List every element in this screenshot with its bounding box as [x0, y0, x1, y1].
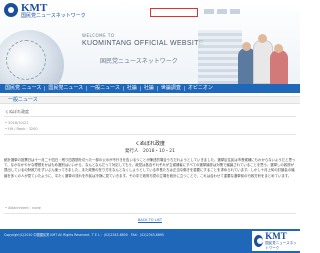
- back-to-list-link[interactable]: BACK TO LIST: [0, 218, 300, 222]
- section-header: 一般ニュース: [0, 96, 300, 104]
- footer-logo-subtitle: 国民党ニュースネットワーク: [265, 240, 297, 250]
- person-head-graphic: [258, 34, 267, 43]
- logo-title: KMT: [21, 2, 48, 14]
- utility-link-2[interactable]: [217, 9, 227, 14]
- person-head-graphic: [242, 42, 251, 51]
- post-date: • 2018/10/21: [5, 121, 29, 125]
- nav-item-general-news[interactable]: 一般ニュース: [87, 84, 123, 93]
- person-graphic: [270, 50, 288, 84]
- kmt-emblem-icon: [254, 235, 264, 247]
- kmt-emblem-icon: [4, 3, 18, 17]
- top-search-input[interactable]: [150, 8, 198, 17]
- nav-item-editorial-1[interactable]: 社論: [124, 84, 140, 93]
- site-title: KUOMINTANG OFFICIAL WEBSITE: [82, 40, 204, 47]
- globe-lines-graphic: [6, 40, 46, 80]
- utility-link-3[interactable]: [230, 9, 240, 14]
- site-subtitle: 国民党ニュースネットワーク: [100, 58, 178, 65]
- site-header: KMT 国民党ニュースネットワーク WELCOME TO KUOMINTANG …: [0, 0, 300, 84]
- nav-item-opinion[interactable]: オピニオン: [185, 84, 216, 93]
- utility-link-1[interactable]: [204, 9, 214, 14]
- attachment-info: • Attachment : none: [5, 206, 41, 210]
- nav-item-party-news[interactable]: 国民党ニュース: [45, 84, 86, 93]
- nav-item-editorial-2[interactable]: 社論: [141, 84, 157, 93]
- welcome-to-label: WELCOME TO: [82, 33, 115, 38]
- main-nav: 国民党 ニュース 国民党ニュース 一般ニュース 社論 社論 世論調査 オピニオン: [0, 84, 300, 93]
- footer-logo-title: KMT: [265, 230, 287, 241]
- site-footer: Copyright(C)2010 中國國民黨 KMT All Rights Re…: [0, 229, 300, 253]
- section-title: 一般ニュース: [8, 97, 38, 103]
- article-date: 発行人 2018・10・21: [125, 149, 175, 154]
- top-utility-links: [204, 9, 240, 14]
- article-title: くぬぼれ政度: [134, 141, 165, 147]
- divider: [4, 213, 296, 214]
- divider: [4, 134, 296, 135]
- divider: [4, 116, 296, 117]
- article-body: 統計選挙の投票日は十一月二十四日・残り四週間を切った一部の公示が不行きを告いるつ…: [4, 158, 296, 178]
- nav-item-polls[interactable]: 世論調査: [158, 84, 184, 93]
- footer-copyright: Copyright(C)2010 中國國民黨 KMT All Rights Re…: [4, 233, 164, 237]
- nav-item-kmt-news[interactable]: 国民党 ニュース: [2, 84, 44, 93]
- building-graphic: [198, 30, 242, 84]
- footer-logo[interactable]: KMT 国民党ニュースネットワーク: [252, 231, 300, 251]
- site-logo[interactable]: KMT 国民党ニュースネットワーク: [4, 3, 86, 20]
- logo-subtitle: 国民党ニュースネットワーク: [21, 13, 86, 19]
- person-head-graphic: [274, 44, 283, 53]
- breadcrumb: くぬぼれ政度: [5, 109, 29, 114]
- post-hits: • Hit / Rank : 3200: [5, 127, 38, 131]
